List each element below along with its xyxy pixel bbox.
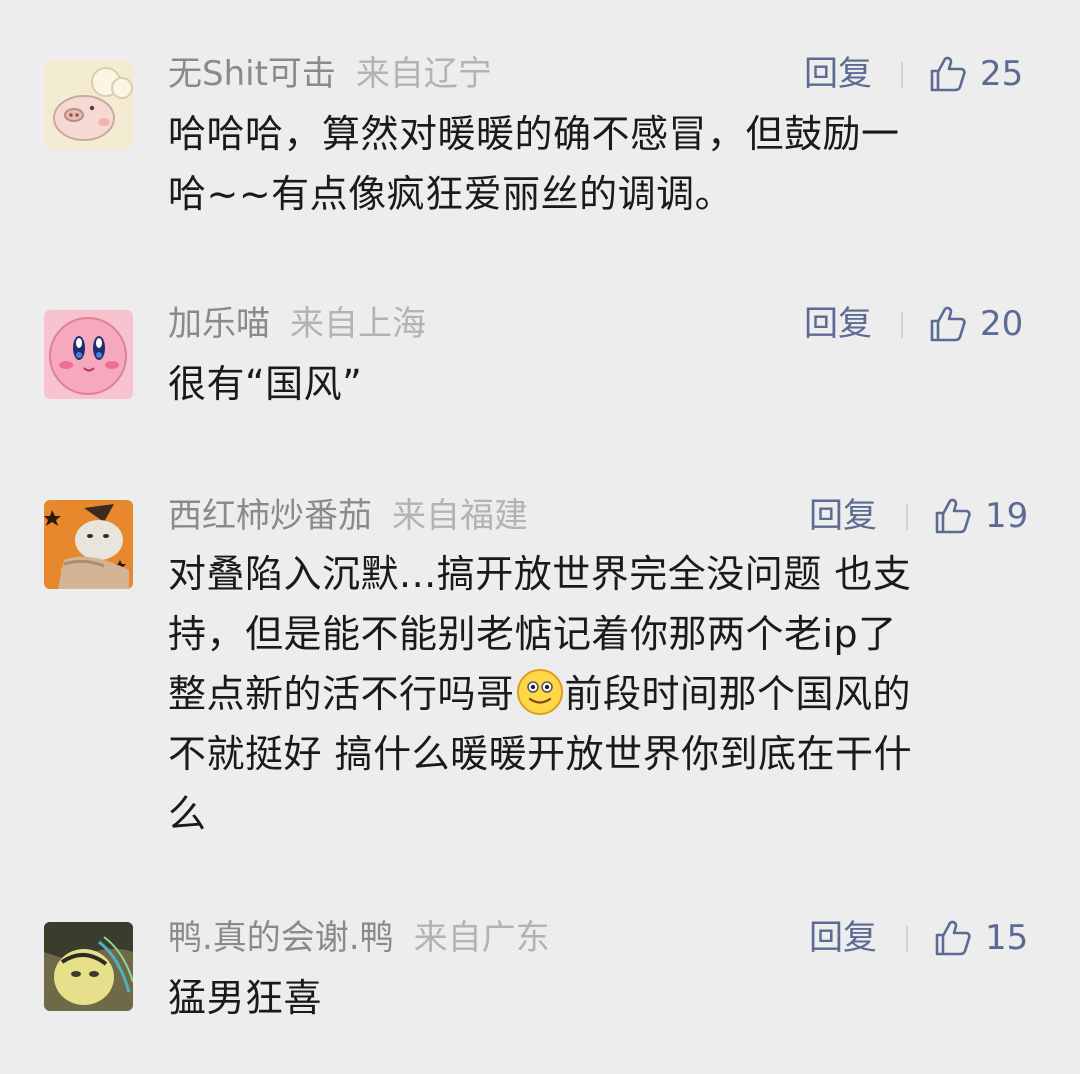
reply-button[interactable]: 回复 [809, 912, 877, 964]
divider [901, 62, 903, 88]
comment-line: 不就挺好 搞什么暖暖开放世界你到底在干什 [168, 732, 913, 776]
comment-meta: 无Shit可击 来自辽宁 [168, 48, 492, 100]
like-button[interactable]: 15 [933, 912, 1028, 964]
location-label: 来自广东 [413, 918, 550, 958]
comment-text: 哈哈哈，算然对暖暖的确不感冒，但鼓励一 哈~~有点像疯狂爱丽丝的调调。 [168, 104, 1038, 224]
comment-line: 哈~~有点像疯狂爱丽丝的调调。 [168, 172, 734, 216]
comment-meta: 加乐喵 来自上海 [168, 298, 426, 350]
comment-text: 很有“国风” [168, 354, 1038, 414]
divider [906, 926, 908, 952]
comment-line-part: 整点新的活不行吗哥 [168, 672, 515, 716]
comment-line: 很有“国风” [168, 362, 363, 406]
like-count: 25 [980, 54, 1024, 94]
like-count: 20 [980, 304, 1024, 344]
comment-text: 对叠陷入沉默...搞开放世界完全没问题 也支 持，但是能不能别老惦记着你那两个老… [168, 544, 1038, 844]
comment-line-part: 前段时间那个国风的 [564, 672, 912, 716]
comment-line: 猛男狂喜 [168, 976, 323, 1020]
username[interactable]: 无Shit可击 [168, 54, 336, 94]
reply-button[interactable]: 回复 [804, 48, 872, 100]
like-button[interactable]: 25 [928, 48, 1023, 100]
anime-avatar[interactable] [44, 922, 133, 1011]
kirby-avatar[interactable] [44, 310, 133, 399]
divider [901, 312, 903, 338]
thumbs-up-icon [930, 306, 966, 342]
username[interactable]: 鸭.真的会谢.鸭 [168, 918, 394, 958]
comment-meta: 西红柿炒番茄 来自福建 [168, 490, 528, 542]
comment-line: 么 [168, 792, 207, 836]
thumbs-up-icon [930, 56, 966, 92]
smile-emoji-icon [516, 669, 563, 715]
like-count: 19 [985, 496, 1029, 536]
thumbs-up-icon [935, 920, 971, 956]
comment-line: 对叠陷入沉默...搞开放世界完全没问题 也支 [168, 552, 912, 596]
comment-meta: 鸭.真的会谢.鸭 来自广东 [168, 912, 550, 964]
username[interactable]: 加乐喵 [168, 304, 270, 344]
location-label: 来自上海 [290, 304, 426, 344]
cat-avatar[interactable] [44, 500, 133, 589]
like-count: 15 [985, 918, 1029, 958]
comment-line: 哈哈哈，算然对暖暖的确不感冒，但鼓励一 [168, 112, 900, 156]
comment-line: 整点新的活不行吗哥 前段时间那个国风的 [168, 664, 1038, 724]
divider [906, 504, 908, 530]
reply-button[interactable]: 回复 [804, 298, 872, 350]
reply-button[interactable]: 回复 [809, 490, 877, 542]
location-label: 来自福建 [392, 496, 528, 536]
pig-avatar[interactable] [44, 60, 133, 149]
thumbs-up-icon [935, 498, 971, 534]
location-label: 来自辽宁 [355, 54, 492, 94]
like-button[interactable]: 20 [928, 298, 1023, 350]
comment-text: 猛男狂喜 [168, 968, 1038, 1028]
comment-line: 持，但是能不能别老惦记着你那两个老ip了 [168, 612, 897, 656]
username[interactable]: 西红柿炒番茄 [168, 496, 372, 536]
like-button[interactable]: 19 [933, 490, 1028, 542]
